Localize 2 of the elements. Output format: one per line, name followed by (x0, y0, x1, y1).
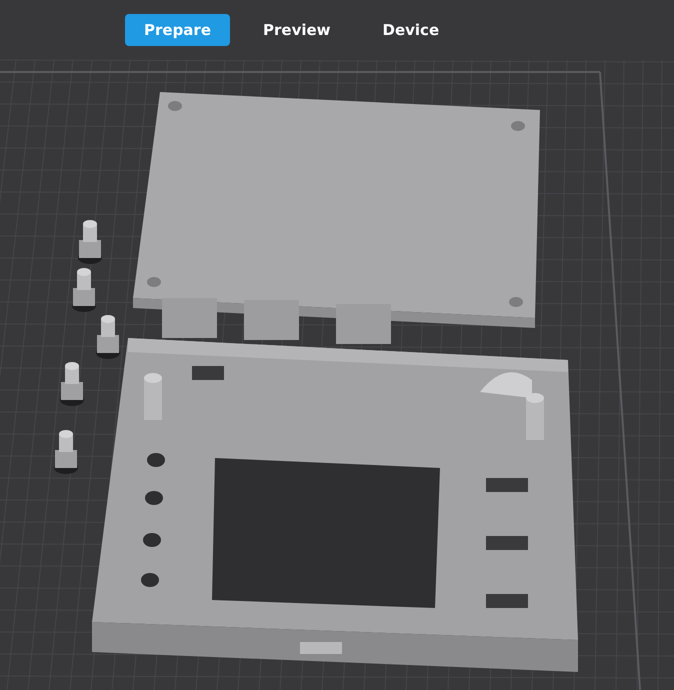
view-tab[interactable]: Preview (244, 14, 350, 46)
view-tab[interactable]: Device (364, 14, 458, 46)
